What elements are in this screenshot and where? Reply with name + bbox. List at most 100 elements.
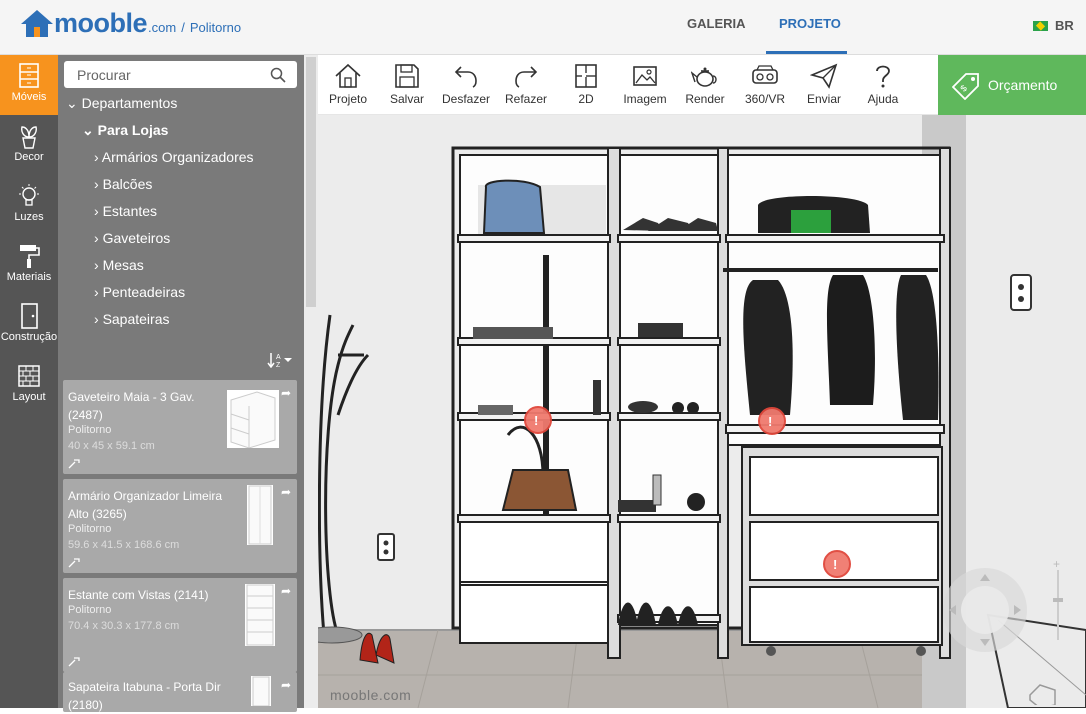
toolbar-refazer-button[interactable]: Refazer: [499, 63, 553, 106]
category-layout[interactable]: Layout: [0, 355, 58, 415]
mooble-logo[interactable]: mooble .com / Politorno: [20, 8, 241, 38]
lightbulb-icon: [19, 184, 39, 206]
tree-item-balcoes[interactable]: › Balcões: [94, 176, 152, 192]
product-dims: 40 x 45 x 59.1 cm: [68, 440, 155, 452]
category-luzes[interactable]: Luzes: [0, 175, 58, 235]
share-icon[interactable]: ➦: [281, 386, 291, 400]
brick-wall-icon: [18, 365, 40, 387]
language-selector[interactable]: BR: [1033, 18, 1074, 33]
sort-button[interactable]: AZ: [267, 352, 293, 371]
product-dims: 70.4 x 30.3 x 177.8 cm: [68, 620, 180, 632]
tree-item-mesas[interactable]: › Mesas: [94, 257, 144, 273]
share-icon[interactable]: ➦: [281, 584, 291, 598]
category-decor[interactable]: Decor: [0, 115, 58, 175]
tree-item-armarios[interactable]: › Armários Organizadores: [94, 149, 254, 165]
tree-item-estantes[interactable]: › Estantes: [94, 203, 157, 219]
closet-cabinet[interactable]: [451, 146, 951, 659]
category-label: Decor: [14, 151, 44, 163]
product-brand: Politorno: [68, 604, 112, 616]
product-title: Estante com Vistas (2141): [68, 588, 209, 602]
svg-text:!: !: [768, 414, 772, 429]
logo-word: mooble: [54, 8, 148, 38]
share-icon[interactable]: ➦: [281, 678, 291, 692]
tool-icon[interactable]: [68, 558, 80, 568]
logo-store: Politorno: [189, 20, 242, 35]
tree-item-gaveteiros[interactable]: › Gaveteiros: [94, 230, 170, 246]
help-icon: [876, 65, 890, 88]
category-materiais[interactable]: Materiais: [0, 235, 58, 295]
scrollbar-thumb[interactable]: [306, 57, 316, 307]
toolbar-salvar-button[interactable]: Salvar: [380, 63, 434, 106]
camera-navigation-control[interactable]: +: [940, 560, 1085, 705]
toolbar-imagem-button[interactable]: Imagem: [618, 63, 672, 106]
budget-button[interactable]: $ Orçamento: [938, 55, 1086, 115]
house-logo-icon: [21, 10, 53, 37]
category-label: Luzes: [14, 211, 44, 223]
category-label: Materiais: [6, 271, 52, 283]
product-brand: Politorno: [68, 424, 112, 436]
toolbar-render-button[interactable]: Render: [678, 63, 732, 106]
top-header: mooble .com / Politorno GALERIA PROJETO …: [0, 0, 1086, 55]
toolbar-2d-button[interactable]: 2D: [559, 63, 613, 106]
tab-galeria[interactable]: GALERIA: [687, 16, 746, 31]
tool-icon[interactable]: [68, 459, 80, 469]
product-card[interactable]: Sapateira Itabuna - Porta Dir (2180) ➦: [63, 672, 297, 712]
share-icon[interactable]: ➦: [281, 485, 291, 499]
tree-group-para-lojas[interactable]: ⌄ Para Lojas: [82, 122, 168, 139]
search-placeholder: Procurar: [77, 67, 131, 83]
svg-text:!: !: [833, 557, 837, 572]
3d-viewport[interactable]: ! ! ! mooble.com +: [318, 115, 1086, 708]
product-title: Armário Organizador Limeira Alto (3265): [68, 489, 223, 521]
brazil-flag-icon: [1033, 20, 1048, 31]
category-construcao[interactable]: Construção: [0, 295, 58, 355]
chevron-right-icon: ›: [94, 230, 99, 246]
product-thumbnail: [251, 676, 271, 706]
toolbar-projeto-button[interactable]: Projeto: [321, 63, 375, 106]
sort-az-icon: AZ: [267, 353, 292, 369]
tree-item-sapateiras[interactable]: › Sapateiras: [94, 311, 170, 327]
warning-marker[interactable]: !: [758, 407, 786, 435]
product-thumbnail: [227, 390, 279, 448]
product-card[interactable]: Estante com Vistas (2141) Politorno 70.4…: [63, 578, 297, 672]
main-toolbar: Projeto Salvar Desfazer Refazer 2D Image…: [318, 55, 938, 115]
furniture-icon: [19, 63, 39, 88]
toolbar-ajuda-button[interactable]: Ajuda: [856, 63, 910, 106]
product-title: Sapateira Itabuna - Porta Dir (2180): [68, 680, 221, 712]
plant-icon: [21, 126, 37, 149]
toolbar-desfazer-button[interactable]: Desfazer: [439, 63, 493, 106]
svg-text:Z: Z: [276, 362, 281, 368]
search-input[interactable]: Procurar: [64, 61, 297, 88]
warning-marker[interactable]: !: [524, 406, 552, 434]
category-label: Construção: [0, 331, 58, 343]
chevron-right-icon: ›: [94, 257, 99, 273]
tree-item-penteadeiras[interactable]: › Penteadeiras: [94, 284, 185, 300]
svg-text:+: +: [1053, 560, 1060, 571]
toolbar-vr-button[interactable]: 360/VR: [738, 63, 792, 106]
product-card[interactable]: Gaveteiro Maia - 3 Gav. (2487) Politorno…: [63, 380, 297, 474]
tab-projeto[interactable]: PROJETO: [779, 16, 841, 31]
wall-outlet: [1010, 274, 1032, 311]
svg-text:$: $: [958, 83, 969, 94]
floorplan-icon: [575, 64, 597, 88]
warning-marker[interactable]: !: [823, 550, 851, 578]
product-thumbnail: [245, 584, 275, 646]
chevron-right-icon: ›: [94, 284, 99, 300]
toolbar-enviar-button[interactable]: Enviar: [797, 63, 851, 106]
search-icon[interactable]: [270, 67, 286, 83]
category-moveis[interactable]: Móveis: [0, 55, 58, 115]
tool-icon[interactable]: [68, 657, 80, 667]
logo-domain: .com: [148, 20, 177, 35]
catalog-scrollbar[interactable]: [304, 55, 318, 708]
image-icon: [633, 66, 657, 86]
category-label: Móveis: [11, 91, 47, 103]
product-card[interactable]: Armário Organizador Limeira Alto (3265) …: [63, 479, 297, 573]
logo-separator: /: [181, 20, 185, 35]
product-thumbnail: [247, 485, 273, 545]
tree-root-departamentos[interactable]: ⌄ Departamentos: [66, 95, 177, 112]
vr-headset-icon: [752, 65, 778, 84]
redo-icon: [515, 66, 538, 88]
chevron-down-icon: ⌄: [82, 122, 98, 138]
svg-text:!: !: [534, 413, 538, 428]
chevron-right-icon: ›: [94, 176, 99, 192]
svg-text:A: A: [276, 354, 281, 361]
